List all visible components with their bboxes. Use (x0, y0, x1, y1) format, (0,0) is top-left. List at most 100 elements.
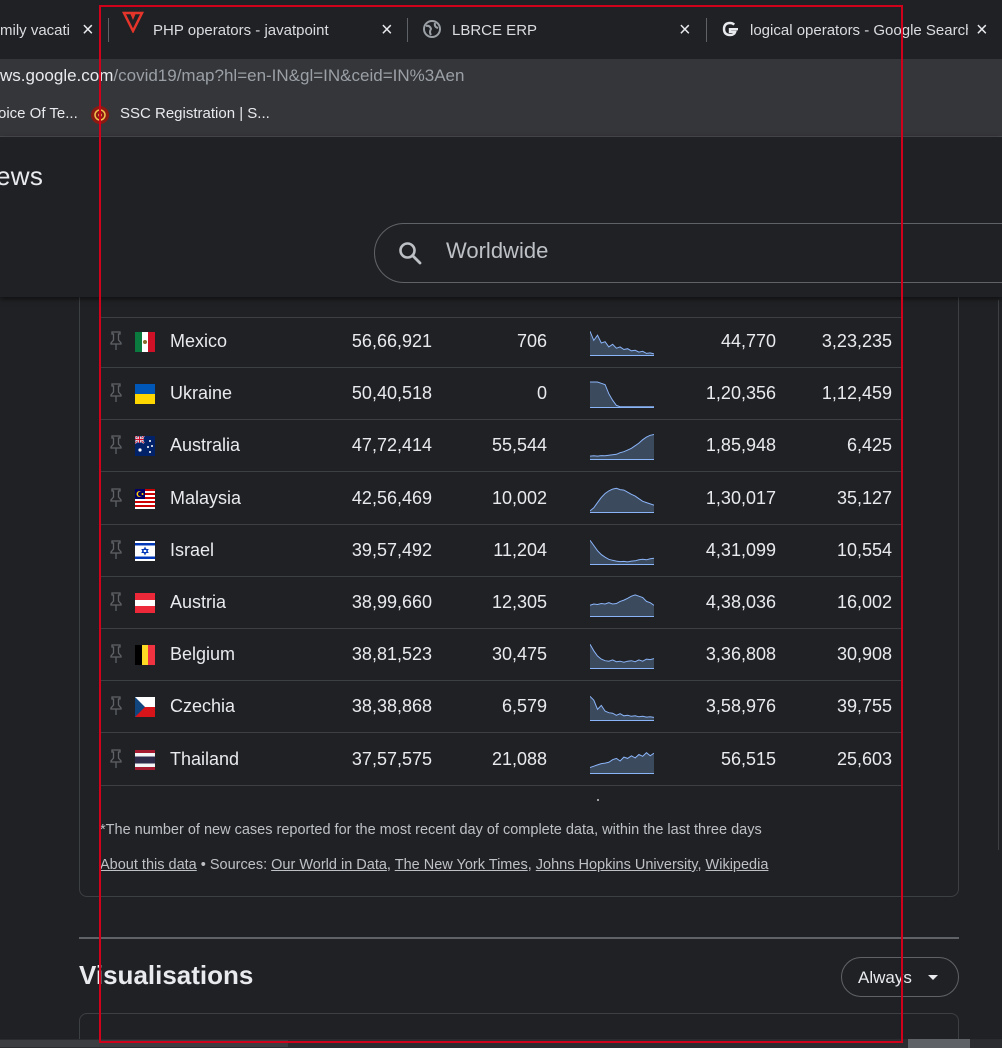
cases-per-million: 4,38,036 (705, 592, 776, 612)
new-cases: 12,305 (491, 592, 547, 612)
search-value: Worldwide (446, 238, 549, 263)
deaths: 6,425 (846, 435, 892, 456)
deaths: 25,603 (836, 748, 892, 769)
pin-icon[interactable] (110, 383, 122, 403)
table-row[interactable]: Israel 39,57,492 11,204 4,31,099 10,554 (100, 525, 901, 577)
source-link[interactable]: Johns Hopkins University (536, 857, 698, 873)
pin-icon[interactable] (110, 748, 122, 769)
malaysia-flag-icon (135, 488, 155, 509)
tab-separator (407, 18, 408, 42)
ukraine-flag-icon (135, 384, 155, 405)
tab-title: PHP operators - javatpoint (153, 21, 329, 39)
total-cases: 39,57,492 (351, 539, 432, 560)
new-cases: 0 (536, 383, 547, 404)
bookmark-ssc-registration[interactable]: SSC Registration | S... (120, 105, 270, 122)
location-search[interactable]: Worldwide (374, 223, 1002, 283)
cases-per-million: 4,31,099 (705, 539, 776, 560)
tab-lbrce-erp[interactable]: LBRCE ERP × (452, 8, 702, 52)
close-icon[interactable]: × (82, 20, 94, 40)
scrollbar-thumb[interactable] (908, 1039, 970, 1048)
javatpoint-icon (122, 11, 144, 33)
austria-flag-icon (135, 593, 155, 613)
tab-logical-operators[interactable]: logical operators - Google Search × (750, 8, 1002, 52)
pin-icon[interactable] (110, 487, 122, 508)
deaths: 30,908 (836, 644, 892, 665)
sources-line: About this data • Sources: Our World in … (100, 857, 769, 873)
table-row[interactable]: Thailand 37,57,575 21,088 56,515 25,603 (100, 734, 901, 786)
country-name: Mexico (170, 331, 228, 351)
table-row[interactable]: Malaysia 42,56,469 10,002 1,30,017 35,127 (100, 473, 901, 525)
tab-php-operators[interactable]: PHP operators - javatpoint × (153, 8, 403, 52)
deaths: 35,127 (836, 487, 892, 508)
dot (597, 799, 599, 801)
globe-icon (423, 20, 441, 38)
new-cases: 706 (516, 331, 547, 351)
source-link[interactable]: Our World in Data (271, 857, 387, 873)
deaths: 16,002 (836, 592, 892, 612)
bookmarks-bar: oice Of Te... SSC Registration | S... (0, 93, 1002, 137)
table-row[interactable]: Austria 38,99,660 12,305 4,38,036 16,002 (100, 577, 901, 629)
cases-per-million: 3,58,976 (705, 696, 776, 717)
total-cases: 47,72,414 (351, 435, 432, 456)
table-row[interactable]: Belgium 38,81,523 30,475 3,36,808 30,908 (100, 629, 901, 682)
ssc-logo-icon (91, 106, 109, 124)
cases-per-million: 3,36,808 (705, 644, 776, 665)
cases-sparkline (590, 381, 654, 409)
country-name: Thailand (170, 748, 240, 769)
table-row[interactable]: Australia 47,72,414 55,544 1,85,948 6,425 (100, 420, 901, 473)
new-cases: 11,204 (493, 539, 547, 560)
total-cases: 50,40,518 (351, 383, 432, 404)
total-cases: 42,56,469 (351, 487, 432, 508)
visualisations-title: Visualisations (79, 960, 254, 990)
caret-down-icon (928, 975, 938, 980)
close-icon[interactable]: × (381, 20, 393, 40)
thailand-flag-icon (135, 749, 155, 770)
google-icon (722, 21, 738, 37)
pin-icon[interactable] (110, 592, 122, 612)
cases-per-million: 56,515 (720, 748, 776, 769)
source-link[interactable]: The New York Times (395, 857, 528, 873)
pin-icon[interactable] (110, 331, 122, 351)
about-data-link[interactable]: About this data (100, 857, 197, 873)
page-edge (998, 300, 1002, 850)
search-icon (399, 242, 422, 265)
country-name: Austria (170, 592, 227, 612)
cases-sparkline (590, 487, 654, 513)
cases-sparkline (590, 644, 654, 670)
cases-per-million: 1,85,948 (705, 435, 776, 456)
table-row[interactable]: Ukraine 50,40,518 0 1,20,356 1,12,459 (100, 368, 901, 421)
new-cases: 30,475 (491, 644, 547, 665)
address-bar[interactable]: ws.google.com/covid19/map?hl=en-IN&gl=IN… (0, 59, 1002, 93)
tab-title: logical operators - Google Search (750, 21, 968, 39)
total-cases: 38,38,868 (351, 696, 432, 717)
table-row[interactable]: Mexico 56,66,921 706 44,770 3,23,235 (100, 316, 901, 368)
bookmark-voice[interactable]: oice Of Te... (0, 105, 78, 122)
belgium-flag-icon (135, 645, 155, 666)
always-dropdown[interactable]: Always (841, 957, 959, 997)
new-cases: 21,088 (491, 748, 547, 769)
pin-icon[interactable] (110, 540, 122, 560)
country-name: Malaysia (170, 487, 242, 508)
new-cases: 55,544 (491, 435, 547, 456)
pin-icon[interactable] (110, 696, 122, 716)
news-logo[interactable]: ews (0, 161, 43, 192)
pin-icon[interactable] (110, 644, 122, 664)
country-name: Australia (170, 435, 241, 456)
tab-separator (108, 18, 109, 42)
source-link[interactable]: Wikipedia (706, 857, 769, 873)
total-cases: 37,57,575 (351, 748, 432, 769)
cases-sparkline (590, 434, 654, 461)
total-cases: 38,99,660 (351, 592, 432, 612)
table-row[interactable]: Czechia 38,38,868 6,579 3,58,976 39,755 (100, 681, 901, 734)
tab-strip: mily vacati × PHP operators - javatpoint… (0, 0, 1002, 59)
mexico-flag-icon (135, 332, 155, 352)
pin-icon[interactable] (110, 435, 122, 455)
tab-family-vacation[interactable]: mily vacati × (0, 8, 100, 52)
scrollbar-track (0, 1040, 288, 1047)
horizontal-scrollbar[interactable] (0, 1039, 1002, 1048)
close-icon[interactable]: × (976, 20, 988, 40)
total-cases: 56,66,921 (351, 331, 432, 351)
cases-per-million: 1,30,017 (705, 487, 776, 508)
news-header: ews Worldwide (0, 137, 1002, 297)
close-icon[interactable]: × (679, 20, 691, 40)
